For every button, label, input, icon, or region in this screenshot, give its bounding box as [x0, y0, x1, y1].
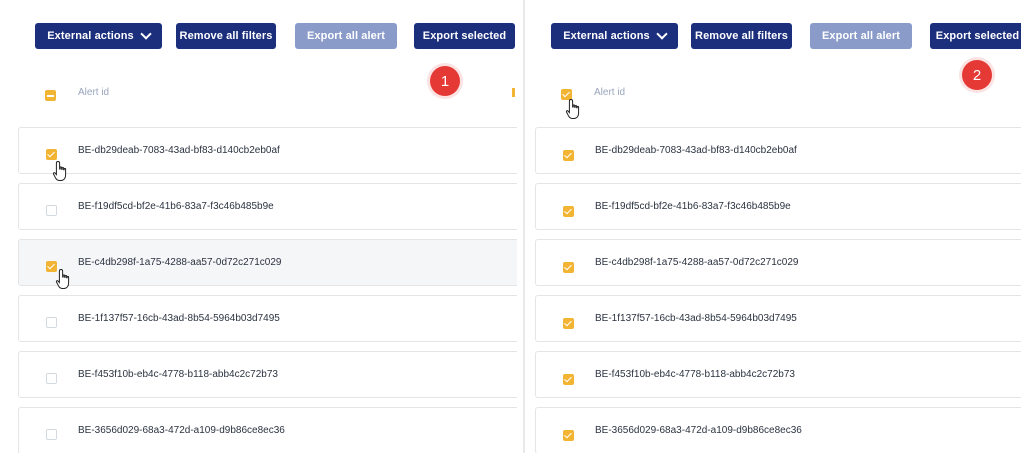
alert-id-text: BE-db29deab-7083-43ad-bf83-d140cb2eb0af	[78, 145, 280, 156]
chevron-down-icon	[140, 28, 152, 40]
chevron-down-icon	[656, 28, 668, 40]
table-row[interactable]: BE-c4db298f-1a75-4288-aa57-0d72c271c029·…	[18, 239, 517, 286]
table-row[interactable]: BE-1f137f57-16cb-43ad-8b54-5964b03d7495	[535, 295, 1021, 342]
alert-id-text: BE-db29deab-7083-43ad-bf83-d140cb2eb0af	[595, 145, 797, 156]
row-checkbox[interactable]	[563, 430, 574, 441]
table-row[interactable]: BE-3656d029-68a3-472d-a109-d9b86ce8ec36	[535, 407, 1021, 453]
table-row[interactable]: BE-f19df5cd-bf2e-41b6-83a7-f3c46b485b9e	[535, 183, 1021, 230]
alert-id-text: BE-f453f10b-eb4c-4778-b118-abb4c2c72b73	[595, 369, 795, 380]
panel-step-1: External actions Remove all filters Expo…	[0, 0, 517, 453]
external-actions-button[interactable]: External actions	[551, 23, 678, 49]
export-all-button[interactable]: Export all alert	[810, 23, 912, 49]
table-row[interactable]: BE-f453f10b-eb4c-4778-b118-abb4c2c72b73	[535, 351, 1021, 398]
alert-id-text: BE-f19df5cd-bf2e-41b6-83a7-f3c46b485b9e	[78, 201, 274, 212]
table-header: Alert id	[0, 80, 517, 106]
column-header-alert-id: Alert id	[78, 87, 110, 98]
row-checkbox[interactable]	[46, 149, 57, 160]
row-checkbox[interactable]	[46, 205, 57, 216]
panel-divider	[523, 0, 525, 453]
hand-pointer-icon	[52, 160, 67, 181]
row-checkbox[interactable]	[46, 317, 57, 328]
panel-step-2: External actions Remove all filters Expo…	[533, 0, 1021, 453]
row-checkbox[interactable]	[563, 318, 574, 329]
row-checkbox[interactable]	[563, 206, 574, 217]
alert-id-text: BE-f453f10b-eb4c-4778-b118-abb4c2c72b73	[78, 369, 278, 380]
row-checkbox[interactable]	[563, 150, 574, 161]
export-all-button[interactable]: Export all alert	[295, 23, 397, 49]
column-edge-marker	[512, 88, 515, 97]
row-checkbox[interactable]	[563, 262, 574, 273]
alert-id-text: BE-1f137f57-16cb-43ad-8b54-5964b03d7495	[78, 313, 280, 324]
alert-id-text: BE-1f137f57-16cb-43ad-8b54-5964b03d7495	[595, 313, 797, 324]
table-row[interactable]: BE-db29deab-7083-43ad-bf83-d140cb2eb0af	[535, 127, 1021, 174]
table-row[interactable]: BE-c4db298f-1a75-4288-aa57-0d72c271c029	[535, 239, 1021, 286]
row-checkbox[interactable]	[46, 429, 57, 440]
table-row[interactable]: BE-1f137f57-16cb-43ad-8b54-5964b03d7495·…	[18, 295, 517, 342]
alert-id-text: BE-f19df5cd-bf2e-41b6-83a7-f3c46b485b9e	[595, 201, 791, 212]
external-actions-button[interactable]: External actions	[35, 23, 162, 49]
table-row[interactable]: BE-db29deab-7083-43ad-bf83-d140cb2eb0af·…	[18, 127, 517, 174]
alert-id-text: BE-3656d029-68a3-472d-a109-d9b86ce8ec36	[595, 425, 802, 436]
export-selected-button[interactable]: Export selected	[414, 23, 515, 49]
export-selected-button[interactable]: Export selected	[930, 23, 1021, 49]
column-header-alert-id: Alert id	[594, 87, 626, 98]
external-actions-label: External actions	[47, 30, 134, 42]
table-row[interactable]: BE-f19df5cd-bf2e-41b6-83a7-f3c46b485b9e·…	[18, 183, 517, 230]
alert-id-text: BE-c4db298f-1a75-4288-aa57-0d72c271c029	[595, 257, 799, 268]
remove-filters-button[interactable]: Remove all filters	[691, 23, 792, 49]
row-checkbox[interactable]	[563, 374, 574, 385]
remove-filters-button[interactable]: Remove all filters	[176, 23, 276, 49]
row-checkbox[interactable]	[46, 373, 57, 384]
select-all-checkbox[interactable]	[45, 90, 56, 101]
alert-id-text: BE-c4db298f-1a75-4288-aa57-0d72c271c029	[78, 257, 282, 268]
table-header: Alert id	[533, 80, 1021, 106]
alert-id-text: BE-3656d029-68a3-472d-a109-d9b86ce8ec36	[78, 425, 285, 436]
hand-pointer-icon	[565, 98, 580, 119]
hand-pointer-icon	[55, 268, 70, 289]
table-row[interactable]: BE-3656d029-68a3-472d-a109-d9b86ce8ec36·…	[18, 407, 517, 453]
table-row[interactable]: BE-f453f10b-eb4c-4778-b118-abb4c2c72b73·…	[18, 351, 517, 398]
external-actions-label: External actions	[563, 30, 650, 42]
